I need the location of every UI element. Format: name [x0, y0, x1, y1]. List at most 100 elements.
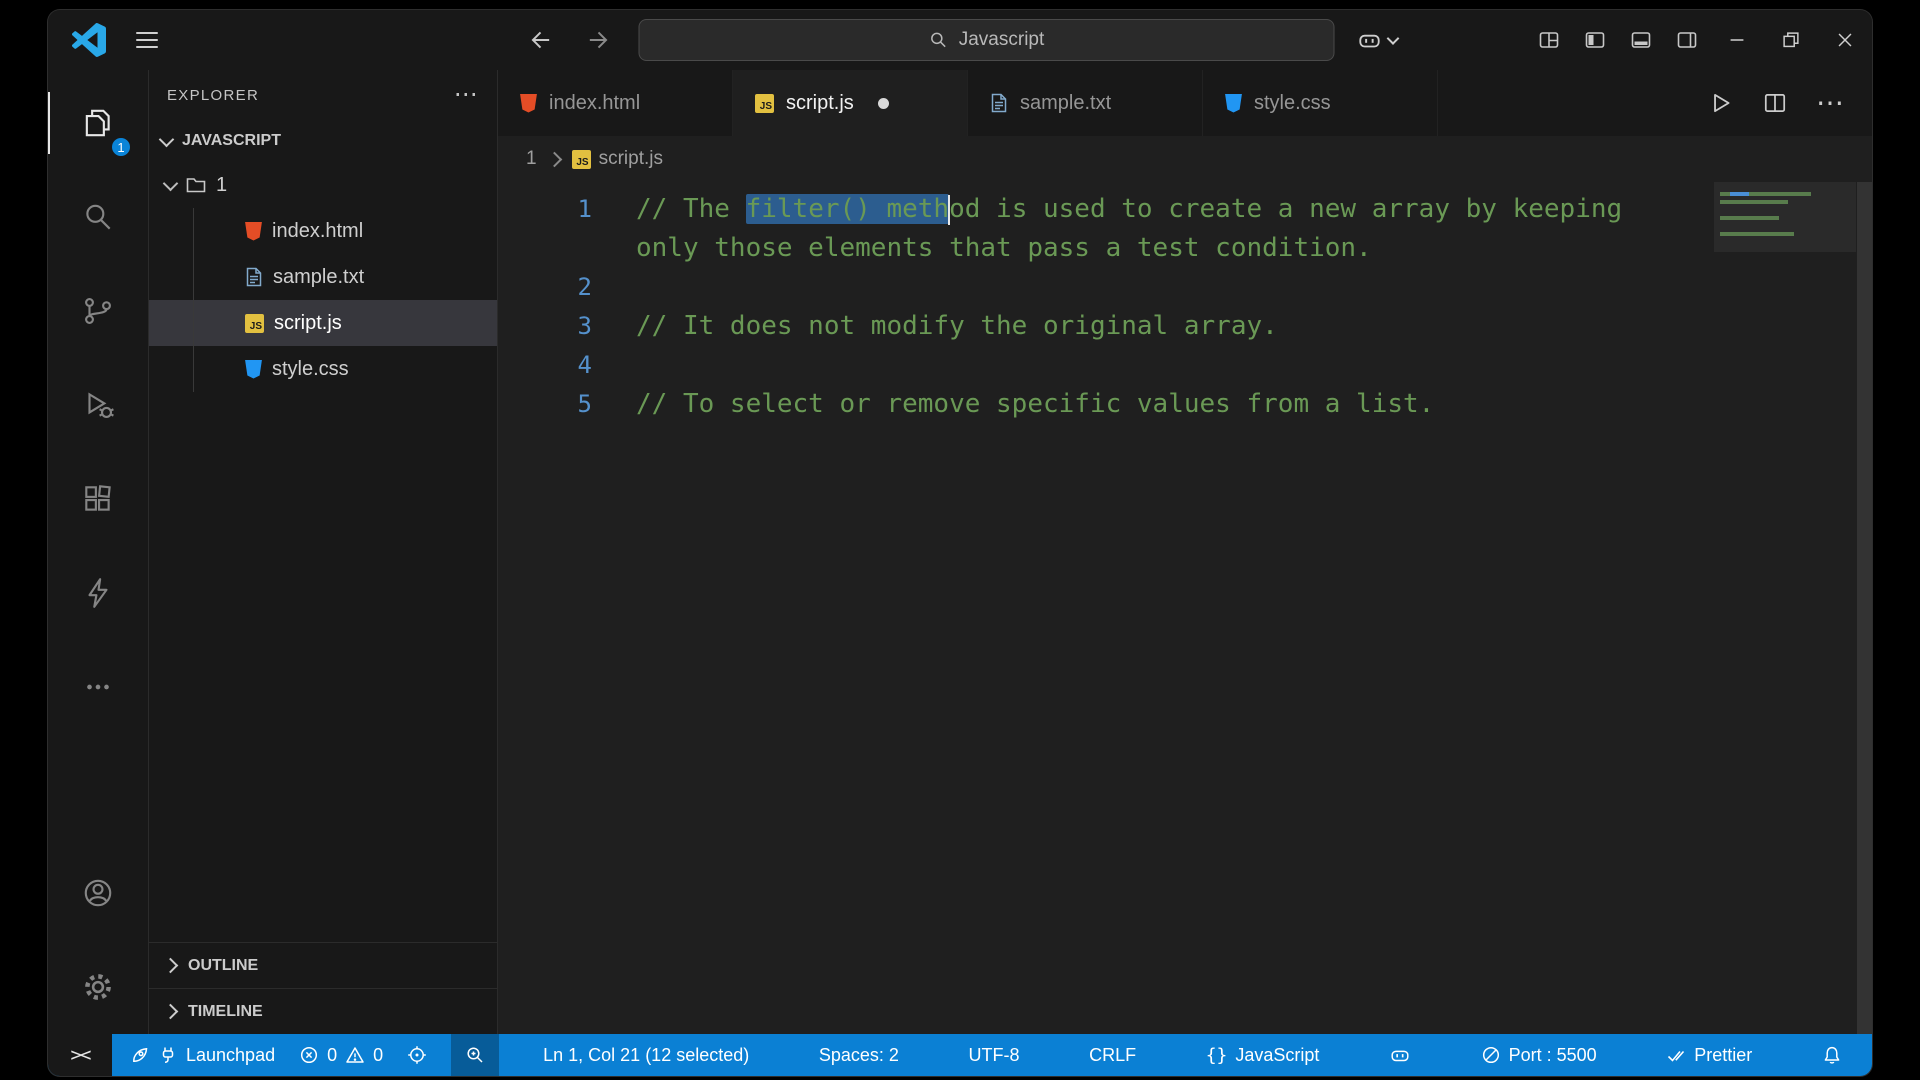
status-bar-right: Ln 1, Col 21 (12 selected) Spaces: 2 UTF…: [517, 1034, 1872, 1076]
txt-file-icon: [990, 93, 1008, 113]
account-button[interactable]: [48, 846, 148, 940]
code-segment: filter() meth: [745, 194, 950, 224]
title-bar-right: [1526, 10, 1872, 70]
zoom-icon: [467, 1047, 483, 1063]
css-file-icon: [245, 359, 262, 379]
focus-target-icon: [408, 1046, 426, 1064]
back-button[interactable]: [523, 22, 559, 58]
title-bar-left: [48, 23, 158, 57]
minimap-line: [1720, 232, 1850, 236]
eol-label: CRLF: [1089, 1044, 1137, 1065]
command-center-label: Javascript: [958, 29, 1045, 50]
copilot-menu-button[interactable]: [1357, 27, 1400, 53]
code-segment: // The: [636, 194, 746, 224]
formatter-item[interactable]: Prettier: [1666, 1045, 1752, 1066]
vertical-scrollbar[interactable]: [1857, 182, 1872, 1034]
minimap-line: [1720, 216, 1850, 220]
indentation-item[interactable]: Spaces: 2: [819, 1045, 899, 1066]
file-tree: 1 index.html sample.txt JS script.js style.cs…: [149, 162, 497, 392]
back-arrow-icon: [531, 31, 550, 49]
menu-icon[interactable]: [136, 32, 158, 48]
timeline-panel[interactable]: TIMELINE: [149, 988, 497, 1034]
toggle-primary-sidebar-button[interactable]: [1572, 18, 1618, 62]
breadcrumb-label: script.js: [598, 148, 663, 169]
sidebar-item-extensions[interactable]: [48, 452, 148, 546]
minimap-mark: [1748, 192, 1812, 196]
problems-item[interactable]: 0 0: [299, 1045, 383, 1066]
file-row-style.css[interactable]: style.css: [149, 346, 497, 392]
eol-item[interactable]: CRLF: [1089, 1045, 1136, 1066]
close-icon: [1838, 33, 1852, 47]
play-icon: [1714, 93, 1730, 113]
file-name: 1: [216, 173, 228, 196]
chevron-down-icon: [162, 175, 179, 191]
minimap-mark: [1730, 192, 1749, 196]
outline-panel[interactable]: OUTLINE: [149, 942, 497, 988]
minimize-button[interactable]: [1710, 10, 1764, 70]
notifications-item[interactable]: [1822, 1045, 1842, 1065]
split-editor-button[interactable]: [1762, 90, 1788, 116]
timeline-label: TIMELINE: [188, 1002, 263, 1020]
focus-target-item[interactable]: [407, 1045, 427, 1065]
folder-file-icon: [186, 176, 206, 194]
toggle-panel-button[interactable]: [1618, 18, 1664, 62]
encoding-item[interactable]: UTF-8: [969, 1045, 1020, 1066]
sidebar-item-search[interactable]: [48, 170, 148, 264]
remote-indicator[interactable]: ><: [48, 1034, 112, 1076]
customize-layout-button[interactable]: [1526, 18, 1572, 62]
code-line: 5 // To select or remove specific values …: [498, 385, 1872, 424]
folder-row-1[interactable]: 1: [149, 162, 497, 208]
breadcrumb-item[interactable]: 1: [526, 148, 537, 170]
tab-index.html[interactable]: index.html: [498, 70, 733, 136]
tab-script.js[interactable]: JS script.js: [733, 70, 968, 136]
maximize-button[interactable]: [1764, 10, 1818, 70]
gear-icon: [85, 974, 111, 1000]
tab-sample.txt[interactable]: sample.txt: [968, 70, 1203, 136]
minimap[interactable]: [1720, 192, 1850, 240]
sidebar-item-more-views[interactable]: [48, 640, 148, 734]
sidebar-item-source-control[interactable]: [48, 264, 148, 358]
toggle-secondary-sidebar-button[interactable]: [1664, 18, 1710, 62]
minimap-line: [1720, 192, 1850, 196]
line-number: 5: [577, 390, 592, 418]
code-area[interactable]: 1 // The filter() method is used to creat…: [498, 182, 1872, 424]
close-button[interactable]: [1818, 10, 1872, 70]
settings-button[interactable]: [48, 940, 148, 1034]
tab-style.css[interactable]: style.css: [1203, 70, 1438, 136]
workspace-section[interactable]: JAVASCRIPT: [149, 120, 497, 162]
command-center-search[interactable]: Javascript: [638, 19, 1335, 61]
file-row-script.js[interactable]: JS script.js: [149, 300, 497, 346]
minimap-mark: [1720, 200, 1789, 204]
port-item[interactable]: Port : 5500: [1481, 1045, 1597, 1066]
explorer-more-actions-icon[interactable]: ⋯: [454, 83, 479, 107]
js-file-icon: JS: [245, 313, 264, 333]
forward-button[interactable]: [581, 22, 617, 58]
warning-count: 0: [373, 1044, 384, 1065]
file-row-index.html[interactable]: index.html: [149, 208, 497, 254]
sidebar-item-explorer[interactable]: 1: [48, 76, 148, 170]
copilot-status-item[interactable]: [1389, 1044, 1411, 1066]
rocket-icon: [133, 1047, 148, 1062]
bell-icon: [1824, 1046, 1840, 1064]
breadcrumb-label: 1: [526, 148, 537, 169]
launchpad-item[interactable]: Launchpad: [130, 1045, 275, 1066]
editor-more-actions-icon[interactable]: ⋯: [1816, 89, 1844, 117]
sidebar-item-run-debug[interactable]: [48, 358, 148, 452]
chevron-down-icon: [1386, 31, 1400, 45]
cursor-position-item[interactable]: Ln 1, Col 21 (12 selected): [543, 1045, 749, 1066]
file-row-sample.txt[interactable]: sample.txt: [149, 254, 497, 300]
zoom-indicator[interactable]: [451, 1034, 500, 1076]
language-mode-item[interactable]: {} JavaScript: [1206, 1045, 1320, 1066]
sidebar-item-thunder-client[interactable]: [48, 546, 148, 640]
customize-layout-icon: [1539, 32, 1559, 48]
port-label: Port : 5500: [1508, 1044, 1597, 1065]
breadcrumb-item[interactable]: JS script.js: [571, 148, 663, 170]
encoding-label: UTF-8: [968, 1044, 1020, 1065]
run-file-button[interactable]: [1708, 90, 1734, 116]
formatter-label: Prettier: [1694, 1044, 1753, 1065]
toggle-secondary-sidebar-icon: [1677, 32, 1697, 48]
vscode-logo-icon: [72, 23, 106, 57]
modified-dot: [877, 97, 889, 109]
editor-body[interactable]: 1 // The filter() method is used to creat…: [498, 182, 1872, 1034]
explorer-badge: 1: [110, 136, 132, 158]
